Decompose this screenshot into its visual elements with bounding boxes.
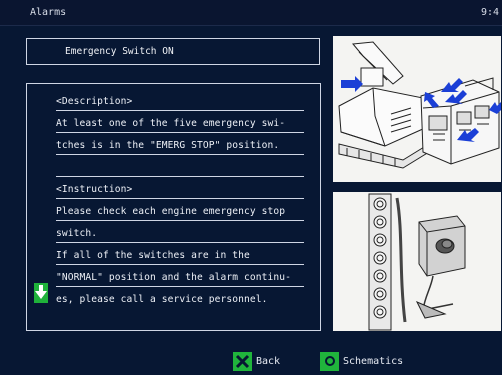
divider: [0, 25, 502, 26]
clock: 9:4: [480, 7, 499, 18]
x-icon: [233, 351, 252, 371]
back-label: Back: [256, 355, 281, 367]
detail-line: switch.: [56, 221, 304, 243]
detail-line: es, please call a service personnel.: [56, 294, 268, 305]
emergency-switch-image: [333, 192, 501, 331]
detail-line: [56, 155, 304, 177]
scroll-down-button[interactable]: [34, 283, 48, 303]
screen-title: Alarms: [30, 7, 67, 18]
footer-bar: Back Schematics: [0, 343, 502, 375]
detail-line: <Instruction>: [56, 177, 304, 199]
detail-line: Please check each engine emergency stop: [56, 199, 304, 221]
schematics-button[interactable]: Schematics: [320, 351, 403, 371]
detail-line: At least one of the five emergency swi-: [56, 111, 304, 133]
circle-icon: [320, 351, 339, 371]
detail-line: If all of the switches are in the: [56, 243, 304, 265]
alarm-title: Emergency Switch ON: [26, 38, 320, 65]
detail-line: tches is in the "EMERG STOP" position.: [56, 133, 304, 155]
schematics-label: Schematics: [343, 355, 404, 367]
back-button[interactable]: Back: [233, 351, 280, 371]
arrow-down-icon: [35, 284, 47, 303]
detail-line: <Description>: [56, 89, 304, 111]
engine-overview-image: [333, 36, 501, 182]
detail-line: "NORMAL" position and the alarm continu-: [56, 265, 304, 287]
top-bar: Alarms 9:4: [0, 0, 502, 26]
